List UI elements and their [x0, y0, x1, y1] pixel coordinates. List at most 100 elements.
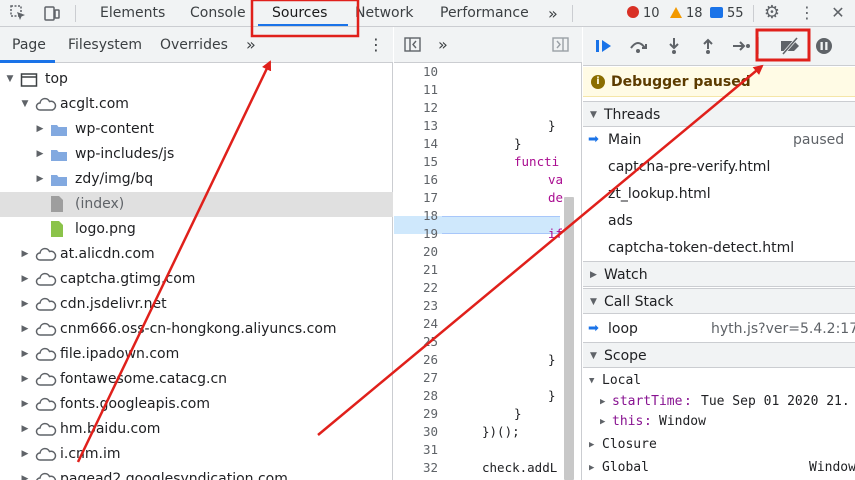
caret-down-icon[interactable]: ▼ [5, 67, 15, 92]
navigator-menu-icon[interactable]: ⋮ [368, 27, 384, 63]
scope-closure[interactable]: ▶ Closure [583, 434, 855, 456]
line-number[interactable]: 17 [394, 190, 438, 205]
tab-page[interactable]: Page [12, 27, 46, 63]
deactivate-breakpoints-icon[interactable] [779, 36, 801, 56]
resume-script-icon[interactable] [593, 36, 615, 56]
callstack-frame[interactable]: ➡ loop hyth.js?ver=5.4.2:17 [583, 316, 855, 342]
line-number-gutter[interactable]: 10 11 12 13 14 15 16 17 18 19 20 21 22 23 24 25 26 27 28 29… [394, 63, 442, 480]
threads-section-header[interactable]: ▼ Threads [583, 101, 855, 127]
caret-right-icon[interactable]: ▶ [35, 117, 45, 142]
callstack-section-header[interactable]: ▼ Call Stack [583, 288, 855, 314]
tab-sources[interactable]: Sources [272, 0, 327, 27]
tree-item[interactable]: ▶ cnm666.oss-cn-hongkong.aliyuncs.com [0, 317, 393, 342]
tree-item[interactable]: ▶ pagead2.googlesyndication.com [0, 467, 393, 480]
tree-item[interactable]: ▶ file.ipadown.com [0, 342, 393, 367]
more-editor-tabs-button[interactable]: » [438, 27, 448, 63]
tab-overrides[interactable]: Overrides [160, 27, 228, 63]
line-number[interactable]: 16 [394, 172, 438, 187]
tree-item[interactable]: ▶ fontawesome.catacg.cn [0, 367, 393, 392]
scope-local[interactable]: ▼ Local [583, 370, 855, 392]
more-options-icon[interactable]: ⋮ [797, 4, 817, 22]
tree-item[interactable]: ▶ zdy/img/bq [0, 167, 393, 192]
tree-item[interactable]: ▶ captcha.gtimg.com [0, 267, 393, 292]
line-number[interactable]: 12 [394, 100, 438, 115]
line-number[interactable]: 28 [394, 388, 438, 403]
tree-item[interactable]: ▶ fonts.googleapis.com [0, 392, 393, 417]
device-toolbar-icon[interactable] [42, 4, 62, 22]
tree-item[interactable]: ▶ wp-content [0, 117, 393, 142]
caret-right-icon[interactable]: ▶ [20, 242, 30, 267]
caret-right-icon[interactable]: ▶ [35, 167, 45, 192]
caret-right-icon[interactable]: ▶ [20, 342, 30, 367]
scope-variable[interactable]: ▶ this : Window [583, 412, 855, 432]
line-number[interactable]: 18 [394, 208, 438, 223]
scope-section-header[interactable]: ▼ Scope [583, 342, 855, 368]
step-over-icon[interactable] [627, 36, 649, 56]
line-number[interactable]: 13 [394, 118, 438, 133]
line-number[interactable]: 19 [394, 226, 438, 241]
line-number[interactable]: 11 [394, 82, 438, 97]
tree-item[interactable]: ▼ acglt.com [0, 92, 393, 117]
editor-vertical-scrollbar[interactable] [564, 197, 574, 480]
caret-right-icon[interactable]: ▶ [20, 267, 30, 292]
tab-filesystem[interactable]: Filesystem [68, 27, 142, 63]
thread-item[interactable]: ads [583, 208, 855, 234]
line-number[interactable]: 30 [394, 424, 438, 439]
tree-item[interactable]: ▼ top [0, 67, 393, 92]
more-tabs-button[interactable]: » [548, 0, 558, 27]
line-number[interactable]: 31 [394, 442, 438, 457]
select-element-icon[interactable] [8, 4, 28, 22]
step-out-icon[interactable] [697, 36, 719, 56]
scope-global[interactable]: ▶ Global Window [583, 457, 855, 479]
caret-right-icon[interactable]: ▶ [35, 142, 45, 167]
line-number[interactable]: 10 [394, 64, 438, 79]
tab-elements[interactable]: Elements [100, 0, 165, 27]
line-number[interactable]: 22 [394, 280, 438, 295]
settings-gear-icon[interactable]: ⚙ [762, 4, 782, 22]
tab-network[interactable]: Network [355, 0, 413, 27]
step-into-icon[interactable] [663, 36, 685, 56]
line-number[interactable]: 15 [394, 154, 438, 169]
line-number[interactable]: 29 [394, 406, 438, 421]
warning-count-badge[interactable]: 18 [670, 0, 703, 27]
thread-item[interactable]: zt_lookup.html [583, 181, 855, 207]
line-number[interactable]: 25 [394, 334, 438, 349]
line-number[interactable]: 32 [394, 460, 438, 475]
line-number[interactable]: 20 [394, 244, 438, 259]
error-count-badge[interactable]: 10 [627, 0, 660, 27]
tree-item[interactable]: logo.png [0, 217, 393, 242]
caret-right-icon[interactable]: ▶ [20, 317, 30, 342]
caret-right-icon[interactable]: ▶ [20, 292, 30, 317]
caret-right-icon[interactable]: ▶ [20, 467, 30, 480]
close-devtools-icon[interactable]: ✕ [828, 4, 848, 22]
tree-item[interactable]: ▶ wp-includes/js [0, 142, 393, 167]
pause-on-exceptions-icon[interactable] [813, 36, 835, 56]
line-number[interactable]: 27 [394, 370, 438, 385]
line-number[interactable]: 26 [394, 352, 438, 367]
caret-down-icon[interactable]: ▼ [20, 92, 30, 117]
toggle-debugger-icon[interactable] [552, 37, 570, 53]
thread-item[interactable]: captcha-token-detect.html [583, 235, 855, 261]
tab-performance[interactable]: Performance [440, 0, 529, 27]
more-navigator-tabs-button[interactable]: » [246, 27, 256, 63]
tree-item[interactable]: ▶ cdn.jsdelivr.net [0, 292, 393, 317]
thread-item-main[interactable]: ➡ Main paused [583, 127, 855, 153]
line-number[interactable]: 24 [394, 316, 438, 331]
tree-item[interactable]: (index) [0, 192, 393, 217]
toggle-navigator-icon[interactable] [404, 37, 422, 53]
tab-console[interactable]: Console [190, 0, 246, 27]
caret-right-icon[interactable]: ▶ [20, 367, 30, 392]
scope-variable[interactable]: ▶ startTime : Tue Sep 01 2020 21. [583, 392, 855, 412]
tree-item[interactable]: ▶ hm.baidu.com [0, 417, 393, 442]
step-icon[interactable] [730, 36, 752, 56]
watch-section-header[interactable]: ▶ Watch [583, 261, 855, 287]
line-number[interactable]: 21 [394, 262, 438, 277]
thread-item[interactable]: captcha-pre-verify.html [583, 154, 855, 180]
caret-right-icon[interactable]: ▶ [20, 417, 30, 442]
line-number[interactable]: 23 [394, 298, 438, 313]
info-count-badge[interactable]: 55 [710, 0, 744, 27]
line-number[interactable]: 14 [394, 136, 438, 151]
tree-item[interactable]: ▶ at.alicdn.com [0, 242, 393, 267]
caret-right-icon[interactable]: ▶ [20, 442, 30, 467]
caret-right-icon[interactable]: ▶ [20, 392, 30, 417]
